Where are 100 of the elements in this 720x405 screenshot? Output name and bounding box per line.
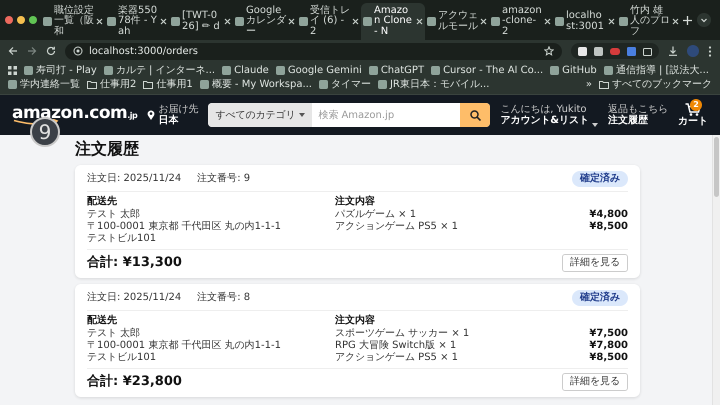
star-icon[interactable]	[544, 46, 554, 56]
overlay-number-badge: 9	[30, 117, 60, 147]
puzzle-icon[interactable]	[643, 46, 652, 56]
close-icon[interactable]	[288, 18, 295, 25]
favicon-icon	[276, 66, 285, 75]
browser-tab[interactable]: Google カレンダー	[233, 3, 297, 40]
scrollbar[interactable]	[712, 135, 720, 405]
bookmark-link[interactable]: Google Gemini	[276, 64, 362, 77]
browser-tab[interactable]: 受信トレイ (6) - 2	[297, 3, 361, 40]
bookmark-link[interactable]: 寿司打 - Play	[24, 64, 97, 77]
folder-icon	[599, 80, 609, 89]
favicon-icon	[491, 17, 500, 26]
address-line: テストビル101	[87, 233, 158, 245]
bookmark-link[interactable]: 通信指導 | [説法大...	[604, 64, 709, 77]
status-badge: 確定済み	[572, 171, 628, 187]
section-heading: 注文内容	[335, 315, 376, 327]
bookmark-link[interactable]: 仕事用1	[143, 78, 193, 91]
item-name: アクションゲーム PS5 × 1	[335, 221, 458, 233]
back-icon[interactable]	[8, 46, 18, 56]
close-icon[interactable]	[544, 18, 551, 25]
favicon-icon	[104, 66, 113, 75]
close-icon[interactable]	[672, 18, 679, 25]
deliver-to-link[interactable]: お届け先 日本	[147, 104, 198, 126]
tab-list-icon[interactable]	[697, 13, 711, 27]
address-line: テストビル101	[87, 352, 158, 364]
page-title: 注文履歴	[75, 139, 140, 159]
bookmark-link[interactable]: Cursor - The AI Co...	[431, 64, 544, 77]
orders-link[interactable]: 返品もこちら 注文履歴	[608, 104, 668, 126]
new-tab-icon[interactable]	[683, 16, 692, 24]
favicon-icon	[427, 17, 436, 26]
folder-icon	[87, 80, 97, 89]
bookmark-link[interactable]: 仕事用2	[87, 78, 136, 91]
close-window-icon[interactable]	[5, 16, 13, 24]
bookmark-link[interactable]: Claude	[222, 64, 269, 77]
favicon-icon	[363, 17, 372, 26]
bookmark-link[interactable]: カルテ | インターネ...	[104, 64, 216, 77]
account-menu[interactable]: こんにちは, Yukito アカウント&リスト	[500, 104, 598, 126]
browser-tab[interactable]: amazon-clone-2	[489, 3, 553, 40]
search-icon	[470, 110, 481, 120]
browser-tab[interactable]: Amazon Clone - N	[361, 3, 425, 40]
order-number: 注文番号: 8	[197, 292, 250, 304]
favicon-icon	[222, 66, 232, 75]
reload-icon[interactable]	[46, 46, 56, 56]
maximize-window-icon[interactable]	[29, 16, 37, 24]
browser-tab[interactable]: localhost:3001	[553, 3, 617, 40]
bookmark-link[interactable]: 概要 - My Workspa...	[200, 78, 312, 91]
download-icon[interactable]	[668, 46, 678, 56]
order-date: 注文日: 2025/11/24	[87, 173, 182, 185]
bookmark-link[interactable]: GitHub	[550, 64, 597, 77]
browser-tab[interactable]: 楽器55078件 - Yah	[105, 3, 169, 40]
item-name: RPG 大冒険 Switch版 × 1	[335, 340, 456, 352]
menu-icon[interactable]	[708, 46, 712, 56]
apps-grid-icon[interactable]	[8, 66, 17, 75]
section-heading: 配送先	[87, 315, 118, 327]
caret-icon	[592, 122, 598, 126]
more-bookmarks-button[interactable]: »	[586, 78, 592, 91]
close-icon[interactable]	[480, 18, 487, 25]
close-icon[interactable]	[416, 18, 423, 25]
order-total: 合計: ¥13,300	[87, 255, 182, 271]
search-button[interactable]	[460, 103, 490, 127]
browser-tab[interactable]: [TWT-026] ✏ d	[169, 3, 233, 40]
caret-icon	[299, 113, 306, 117]
item-price: ¥8,500	[589, 352, 628, 364]
bookmark-link[interactable]: ChatGPT	[368, 64, 424, 77]
details-button[interactable]: 詳細を見る	[562, 373, 628, 391]
item-name: スポーツゲーム サッカー × 1	[335, 328, 470, 340]
close-icon[interactable]	[224, 18, 231, 25]
site-info-icon[interactable]	[73, 46, 83, 56]
translate-icon[interactable]	[627, 46, 636, 56]
bookmark-link[interactable]: 学内連絡一覧	[8, 78, 80, 91]
search-bar[interactable]: すべてのカテゴリ 検索 Amazon.jp	[208, 103, 490, 127]
favicon-icon	[318, 80, 328, 89]
close-icon[interactable]	[160, 18, 167, 25]
favicon-icon	[431, 66, 440, 75]
details-button[interactable]: 詳細を見る	[562, 254, 628, 272]
minimize-window-icon[interactable]	[17, 16, 25, 24]
browser-tab[interactable]: 竹内 雄人のプロフ	[617, 3, 681, 40]
close-icon[interactable]	[96, 18, 103, 25]
location-pin-icon	[147, 110, 156, 120]
folder-icon	[143, 80, 154, 89]
section-heading: 配送先	[87, 196, 118, 208]
browser-tab[interactable]: アクウェルモール	[425, 3, 489, 40]
browser-tab[interactable]: 職位設定一覧（阪和	[41, 3, 105, 40]
close-icon[interactable]	[352, 18, 359, 25]
address-field[interactable]: localhost:3000/orders	[65, 42, 562, 60]
favicon-icon	[107, 17, 116, 26]
close-icon[interactable]	[608, 18, 615, 25]
bookmark-link[interactable]: タイマー	[318, 78, 371, 91]
favicon-icon	[200, 80, 209, 89]
category-dropdown[interactable]: すべてのカテゴリ	[208, 103, 312, 127]
order-date: 注文日: 2025/11/24	[87, 292, 182, 304]
forward-icon[interactable]	[27, 46, 37, 56]
address-line: 〒100-0001 東京都 千代田区 丸の内1-1-1	[87, 340, 282, 352]
favicon-icon	[171, 17, 180, 26]
status-badge: 確定済み	[572, 290, 628, 306]
bookmark-link[interactable]: JR東日本：モバイル...	[378, 78, 490, 91]
all-bookmarks-link[interactable]: すべてのブックマーク	[599, 78, 712, 91]
section-heading: 注文内容	[335, 196, 376, 208]
favicon-icon	[619, 17, 628, 26]
address-line: テスト 太郎	[87, 209, 142, 221]
